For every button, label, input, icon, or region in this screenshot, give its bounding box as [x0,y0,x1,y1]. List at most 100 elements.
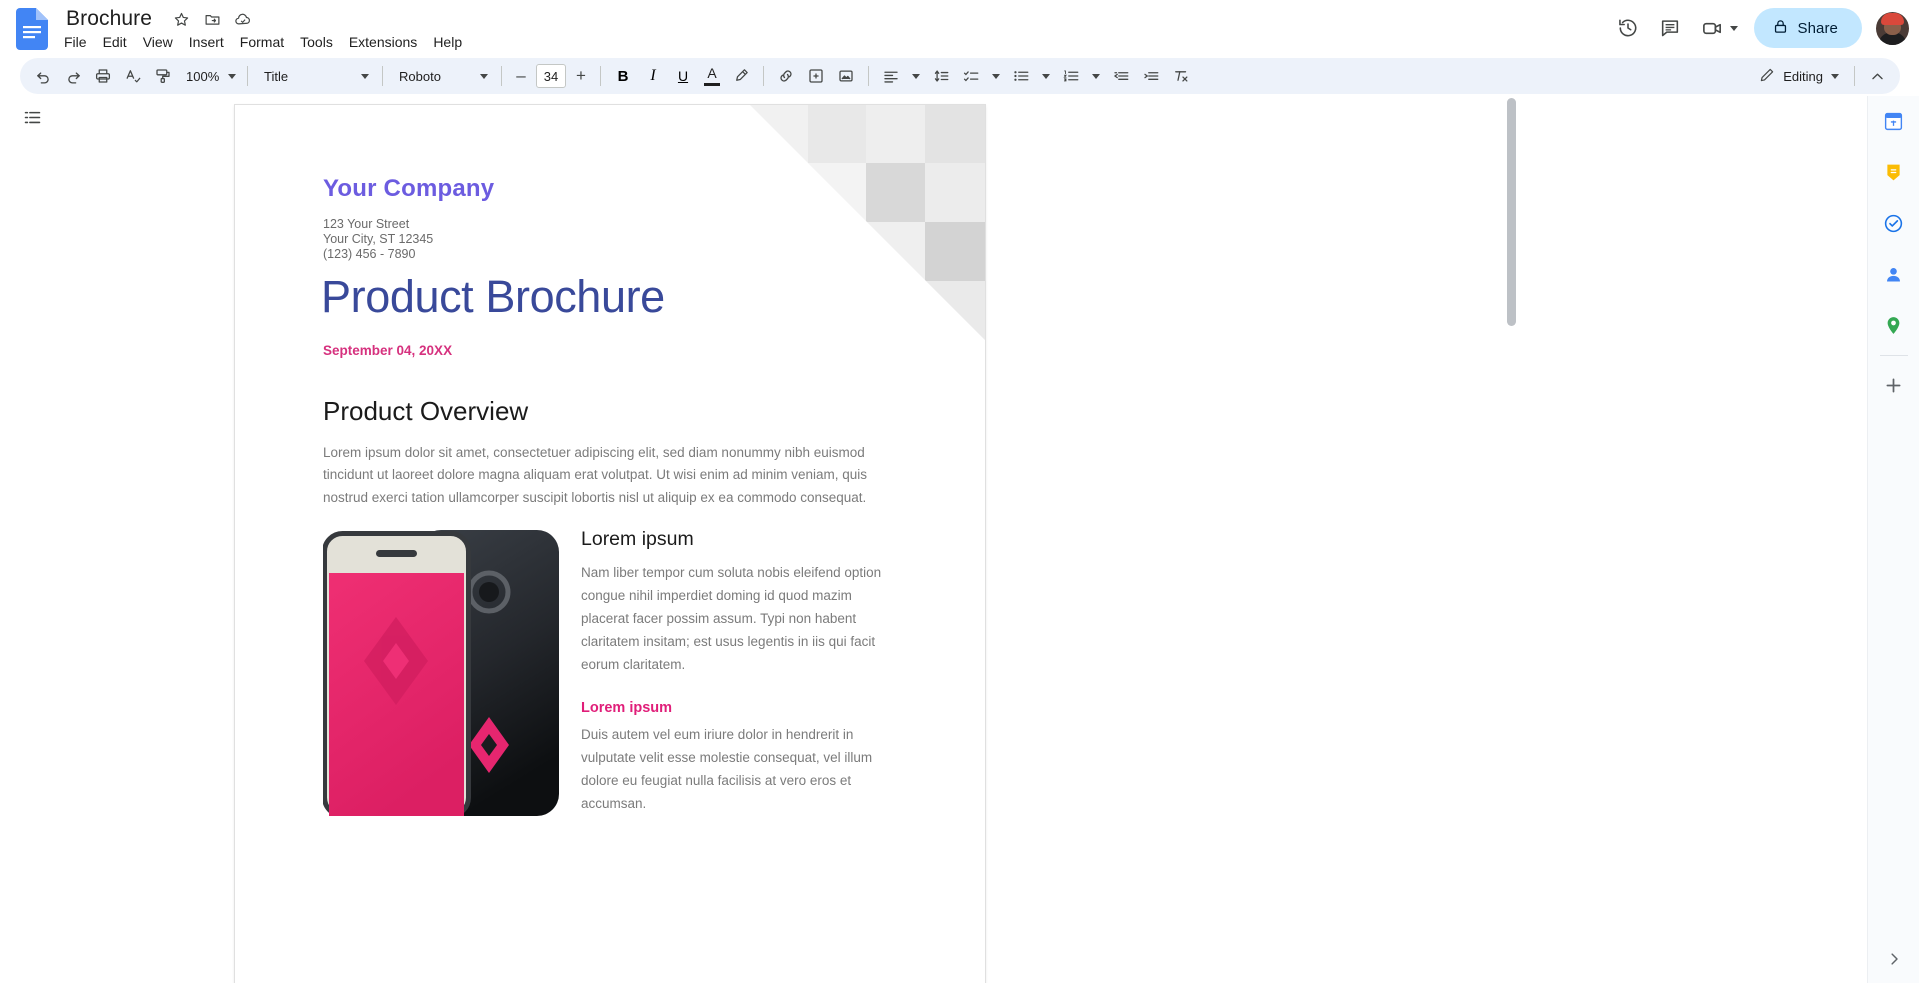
line-spacing-icon[interactable] [927,62,955,90]
italic-button[interactable]: I [639,62,667,90]
editing-mode-label: Editing [1783,69,1823,84]
google-docs-logo-icon[interactable] [16,8,48,50]
pencil-icon [1759,67,1775,86]
smartphone-mockup-image[interactable] [323,526,559,816]
google-meet-button[interactable] [1692,8,1746,48]
bulleted-list-dropdown-chevron-down-icon[interactable] [1036,62,1056,90]
paint-format-icon[interactable] [149,62,177,90]
title-bar: Brochure [0,0,1919,56]
zoom-selector[interactable]: 100% [178,62,240,90]
toolbar-divider [1854,66,1855,86]
toolbar-divider [501,66,502,86]
numbered-list-dropdown-chevron-down-icon[interactable] [1086,62,1106,90]
video-camera-icon[interactable] [1692,8,1732,48]
menu-tools[interactable]: Tools [292,31,341,53]
left-rail [0,96,70,983]
document-page[interactable]: Your Company 123 Your Street Your City, … [235,105,985,983]
checklist-icon[interactable] [957,62,985,90]
add-comment-icon[interactable] [802,62,830,90]
google-contacts-icon[interactable] [1878,259,1910,291]
expand-side-panel-chevron-right-icon[interactable] [1878,943,1910,975]
clear-formatting-icon[interactable] [1167,62,1195,90]
address-line-2: Your City, ST 12345 [323,232,433,247]
section-heading-product-overview: Product Overview [323,396,528,427]
menu-extensions[interactable]: Extensions [341,31,425,53]
side-panel-item-contacts[interactable] [1868,249,1919,300]
google-maps-icon[interactable] [1878,310,1910,342]
side-panel-item-calendar[interactable] [1868,96,1919,147]
increase-indent-icon[interactable] [1137,62,1165,90]
highlight-color-button[interactable] [727,62,755,90]
toolbar-right-group: Editing [1751,62,1892,90]
title-action-icons [168,6,256,32]
document-outline-icon[interactable] [16,101,48,133]
menu-view[interactable]: View [135,31,181,53]
insert-link-icon[interactable] [772,62,800,90]
address-line-1: 123 Your Street [323,217,433,232]
editing-mode-button[interactable]: Editing [1751,62,1847,90]
add-on-plus-icon[interactable] [1878,370,1910,402]
paragraph-style-selector[interactable]: Title [255,62,375,90]
font-family-selector[interactable]: Roboto [390,62,494,90]
bulleted-list-icon[interactable] [1007,62,1035,90]
star-icon[interactable] [168,6,194,32]
google-keep-icon[interactable] [1878,157,1910,189]
address-line-3: (123) 456 - 7890 [323,247,433,262]
bold-button[interactable]: B [609,62,637,90]
side-panel-item-add-ons[interactable] [1868,360,1919,411]
lock-icon [1772,18,1789,39]
side-panel-item-tasks[interactable] [1868,198,1919,249]
comment-icon[interactable] [1650,8,1690,48]
feature-subbody: Duis autem vel eum iriure dolor in hendr… [581,723,893,815]
google-calendar-icon[interactable] [1878,106,1910,138]
document-title[interactable]: Brochure [62,7,156,31]
paragraph-style-value: Title [264,69,288,84]
text-color-swatch [704,83,720,86]
company-address: 123 Your Street Your City, ST 12345 (123… [323,217,433,262]
side-panel-item-keep[interactable] [1868,147,1919,198]
feature-subtitle: Lorem ipsum [581,700,893,716]
menu-insert[interactable]: Insert [181,31,232,53]
font-family-value: Roboto [399,69,441,84]
scrollbar-thumb[interactable] [1507,98,1516,326]
menu-format[interactable]: Format [232,31,292,53]
decrease-indent-icon[interactable] [1107,62,1135,90]
chevron-down-icon[interactable] [1730,26,1738,31]
font-size-input[interactable]: 34 [536,64,566,88]
zoom-value: 100% [186,69,219,84]
cloud-saved-icon[interactable] [230,6,256,32]
user-avatar[interactable] [1876,12,1909,45]
spellcheck-icon[interactable] [119,62,147,90]
collapse-toolbar-chevron-up-icon[interactable] [1863,62,1891,90]
underline-button[interactable]: U [669,62,697,90]
text-color-button[interactable]: A [698,62,726,90]
version-history-icon[interactable] [1608,8,1648,48]
vertical-scrollbar[interactable] [1507,96,1516,983]
google-tasks-icon[interactable] [1878,208,1910,240]
document-heading: Product Brochure [321,271,665,323]
share-button[interactable]: Share [1754,8,1862,48]
feature-body: Nam liber tempor cum soluta nobis eleife… [581,561,893,676]
print-icon[interactable] [89,62,117,90]
intro-paragraph: Lorem ipsum dolor sit amet, consectetuer… [323,442,875,509]
redo-icon[interactable] [59,62,87,90]
insert-image-icon[interactable] [832,62,860,90]
document-canvas[interactable]: Your Company 123 Your Street Your City, … [70,96,1519,983]
undo-icon[interactable] [29,62,57,90]
increase-font-size-button[interactable]: + [569,63,593,89]
side-panel-item-maps[interactable] [1868,300,1919,351]
menu-help[interactable]: Help [425,31,470,53]
align-left-icon[interactable] [877,62,905,90]
chevron-down-icon [361,74,369,79]
decrease-font-size-button[interactable]: – [509,63,533,89]
toolbar-divider [600,66,601,86]
align-dropdown-chevron-down-icon[interactable] [906,62,926,90]
menu-file[interactable]: File [56,31,95,53]
menu-edit[interactable]: Edit [95,31,135,53]
formatting-toolbar: 100% Title Roboto – 34 + B I U [20,58,1900,94]
checklist-dropdown-chevron-down-icon[interactable] [986,62,1006,90]
text-color-label: A [707,64,716,82]
numbered-list-icon[interactable] [1057,62,1085,90]
move-to-folder-icon[interactable] [199,6,225,32]
company-name: Your Company [323,175,494,203]
